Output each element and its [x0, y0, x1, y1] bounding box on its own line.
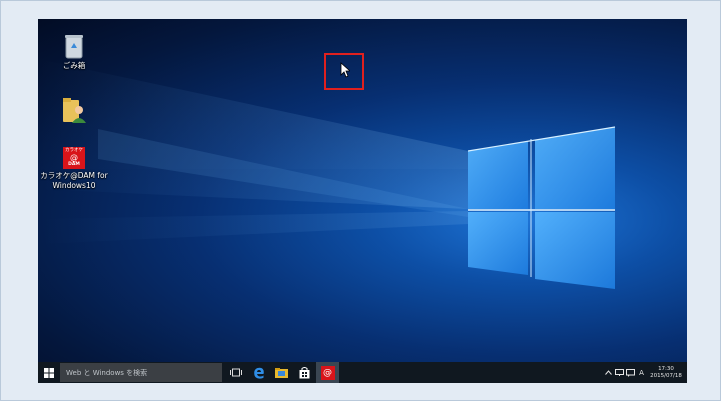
- desktop-icon-user-folder[interactable]: [44, 96, 104, 126]
- clock-date: 2015/07/18: [650, 372, 682, 379]
- action-center-icon: [626, 368, 635, 377]
- karaoke-dam-taskbar-button[interactable]: @: [316, 362, 339, 383]
- logo-at-text: @: [70, 153, 78, 162]
- windows-logo-icon: [44, 367, 54, 378]
- ime-indicator[interactable]: A: [636, 362, 647, 383]
- taskbar-search-box[interactable]: Web と Windows を検索: [60, 363, 222, 382]
- task-view-icon: [229, 368, 242, 377]
- taskbar: Web と Windows を検索 @ A 17:30 2015/07/18: [38, 362, 687, 383]
- edge-browser-button[interactable]: [247, 362, 270, 383]
- search-placeholder: Web と Windows を検索: [66, 368, 148, 377]
- cursor-highlight-box: [324, 53, 364, 90]
- system-tray: A 17:30 2015/07/18: [603, 362, 687, 383]
- task-view-button[interactable]: [224, 362, 247, 383]
- desktop-icon-recycle-bin[interactable]: ごみ箱: [44, 33, 104, 71]
- network-button[interactable]: [614, 362, 625, 383]
- mouse-pointer-icon: [340, 62, 350, 78]
- karaoke-dam-label-line1: カラオケ@DAM for: [40, 171, 108, 180]
- notifications-button[interactable]: [625, 362, 636, 383]
- clock-time: 17:30: [658, 365, 674, 372]
- chevron-up-icon: [605, 370, 612, 375]
- taskbar-clock[interactable]: 17:30 2015/07/18: [649, 366, 683, 380]
- recycle-bin-icon: [65, 35, 83, 59]
- karaoke-dam-logo-icon: カラオケ @ DAM: [63, 147, 85, 169]
- start-button[interactable]: [38, 362, 60, 383]
- show-hidden-icons-button[interactable]: [603, 362, 614, 383]
- desktop-icon-karaoke-dam[interactable]: カラオケ @ DAM カラオケ@DAM for Windows10: [40, 147, 108, 191]
- taskbar-logo-at: @: [323, 367, 332, 378]
- folder-icon: [275, 367, 288, 378]
- desktop-screen: ごみ箱 カラオケ @ DAM カラオケ@DAM for Windows10 We…: [38, 19, 687, 383]
- user-folder-icon: [63, 98, 86, 123]
- recycle-bin-label: ごみ箱: [62, 61, 86, 70]
- file-explorer-button[interactable]: [270, 362, 293, 383]
- logo-dam-text: DAM: [68, 162, 80, 167]
- screenshot-frame: ごみ箱 カラオケ @ DAM カラオケ@DAM for Windows10 We…: [0, 0, 721, 401]
- edge-icon: [253, 367, 264, 379]
- ime-mode-text: A: [639, 368, 644, 377]
- network-icon: [615, 369, 624, 376]
- karaoke-dam-taskbar-icon: @: [320, 365, 335, 380]
- store-bag-icon: [299, 366, 310, 378]
- store-button[interactable]: [293, 362, 316, 383]
- karaoke-dam-label-line2: Windows10: [52, 181, 96, 190]
